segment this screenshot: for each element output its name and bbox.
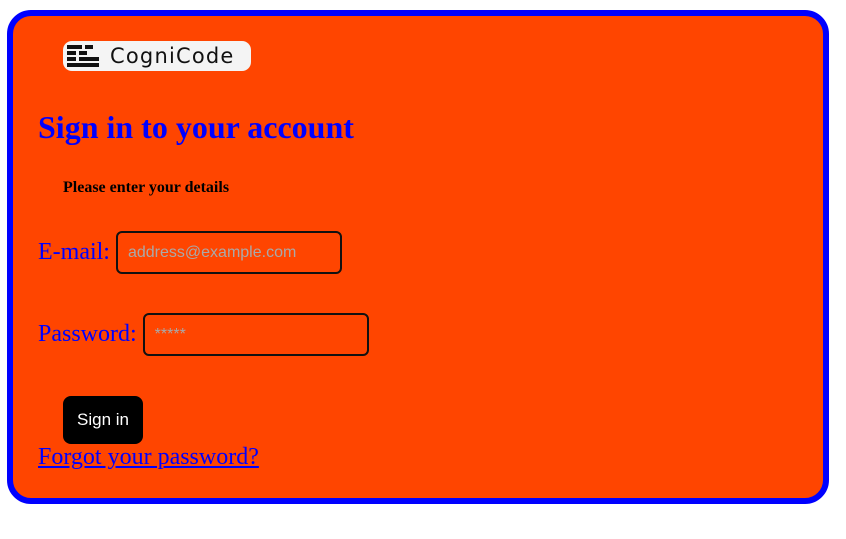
forgot-password-link[interactable]: Forgot your password?: [38, 444, 259, 471]
page-subtitle: Please enter your details: [63, 179, 230, 196]
password-row: Password:: [38, 313, 369, 356]
login-card: CogniCode Sign in to your account Please…: [7, 10, 829, 504]
page-title: Sign in to your account: [38, 109, 354, 145]
email-label: E-mail:: [38, 239, 110, 265]
password-label: Password:: [38, 321, 137, 347]
brand-name: CogniCode: [110, 43, 235, 68]
email-row: E-mail:: [38, 231, 342, 274]
sign-in-button[interactable]: Sign in: [63, 396, 143, 444]
email-field[interactable]: [115, 231, 342, 274]
password-field[interactable]: [142, 313, 369, 356]
stacked-bars-logo-icon: [67, 45, 99, 67]
brand-logo: CogniCode: [63, 41, 251, 71]
